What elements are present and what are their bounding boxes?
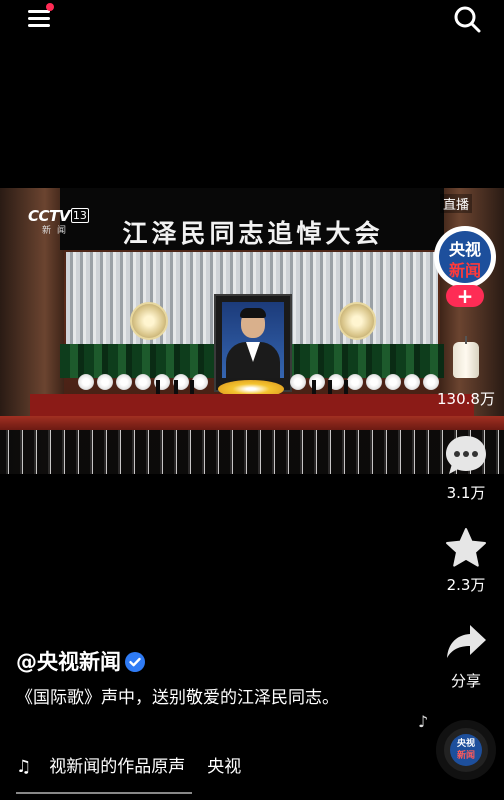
disc-label-line2: 新闻 — [456, 751, 475, 761]
honor-guard — [328, 380, 332, 394]
favorite-count: 2.3万 — [446, 576, 486, 594]
banner-text: 江泽民同志追悼大会 — [122, 219, 384, 248]
search-icon[interactable] — [452, 4, 482, 34]
video-player[interactable]: 江泽民同志追悼大会 CCTV 13 新闻 直播 — [0, 188, 504, 474]
candle-icon — [453, 336, 479, 378]
author-username[interactable]: @央视新闻 — [16, 646, 145, 676]
menu-icon[interactable] — [28, 3, 54, 28]
candle-button[interactable]: 130.8万 — [430, 336, 502, 409]
star-icon — [446, 528, 486, 567]
honor-guard — [312, 380, 316, 394]
video-progress-bar[interactable] — [16, 792, 192, 794]
follow-button[interactable]: + — [446, 285, 484, 307]
emblem-left — [130, 302, 168, 340]
floating-note-icon: ♪ — [418, 712, 429, 731]
music-author: 央视 — [207, 757, 242, 777]
avatar-text-bottom: 新闻 — [448, 261, 481, 280]
post-description[interactable]: 《国际歌》声中，送别敬爱的江泽民同志。 — [16, 686, 386, 711]
top-bar — [0, 0, 504, 40]
comment-count: 3.1万 — [446, 484, 486, 502]
honor-guard — [156, 380, 160, 394]
portrait-image — [222, 302, 284, 378]
verified-check-icon — [125, 652, 145, 672]
portrait-frame — [214, 294, 292, 392]
wreaths-left — [78, 374, 208, 392]
favorite-button[interactable]: 2.3万 — [430, 526, 502, 595]
cctv-channel-number: 13 — [70, 208, 89, 223]
share-label: 分享 — [450, 672, 481, 690]
cctv-channel-sub: 新闻 — [42, 226, 73, 236]
honor-guard — [344, 380, 348, 394]
disc-label-line1: 央视 — [456, 739, 475, 749]
music-note-icon: ♫ — [16, 757, 32, 777]
live-badge: 直播 — [440, 194, 473, 213]
music-disc[interactable]: 央视 新闻 — [436, 720, 496, 780]
comment-icon — [446, 436, 486, 474]
author-avatar[interactable]: 央视 新闻 — [434, 226, 496, 288]
honor-guard — [190, 380, 194, 394]
balcony — [0, 416, 504, 430]
cctv-logo: CCTV 13 新闻 — [28, 206, 89, 236]
candle-count: 130.8万 — [437, 390, 495, 408]
music-title: 视新闻的作品原声 — [49, 757, 186, 777]
disc-label: 央视 新闻 — [450, 734, 482, 766]
emblem-right — [338, 302, 376, 340]
music-info[interactable]: ♫ 视新闻的作品原声 央视 — [16, 752, 241, 777]
comment-button[interactable]: 3.1万 — [430, 434, 502, 503]
author-username-text: @央视新闻 — [16, 650, 121, 674]
share-arrow-icon — [447, 625, 486, 658]
audience — [0, 430, 504, 474]
honor-guard — [174, 380, 178, 394]
share-button[interactable]: 分享 — [430, 622, 502, 691]
notification-dot — [46, 3, 54, 11]
